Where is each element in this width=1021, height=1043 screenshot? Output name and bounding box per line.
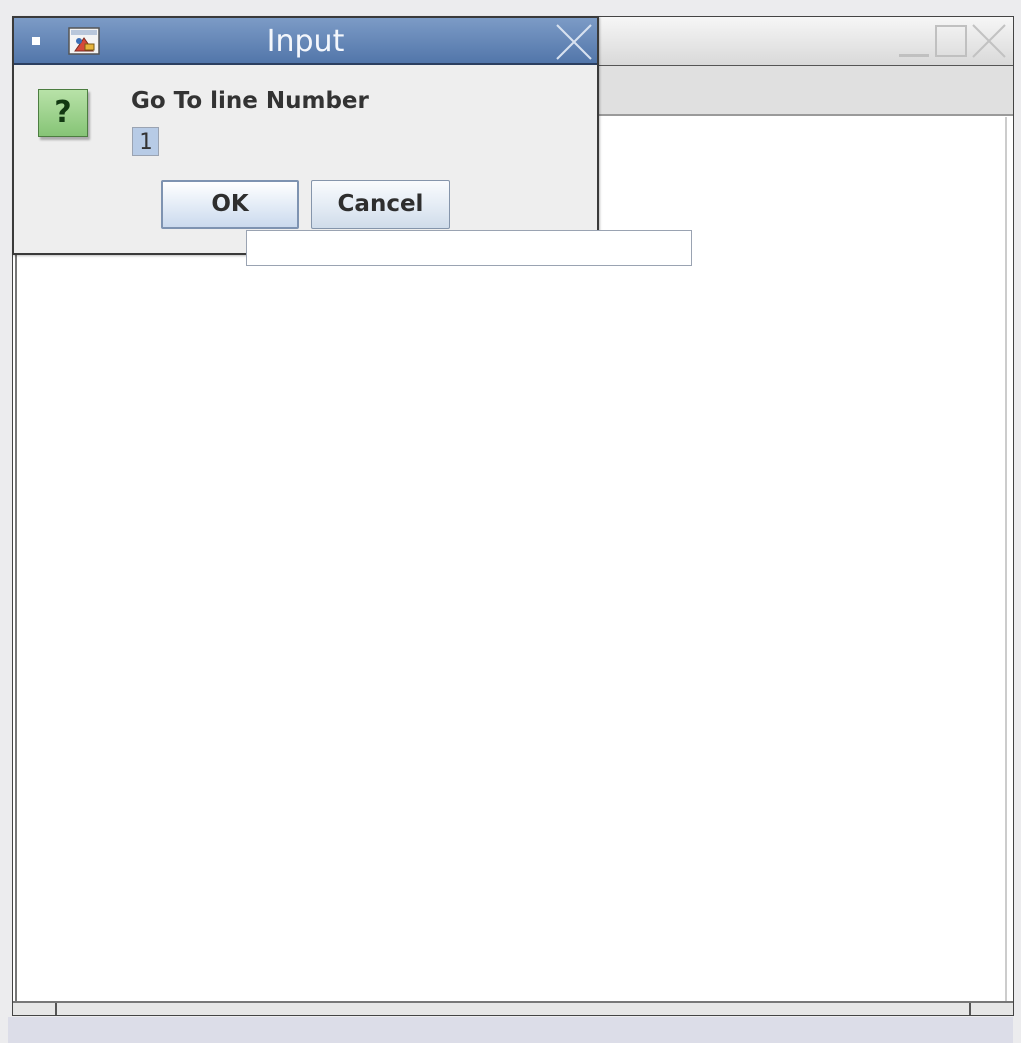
question-icon: ? [38,89,88,137]
main-close-icon[interactable] [971,23,1007,59]
maximize-icon[interactable] [935,25,967,57]
scrollbar-right-edge [969,1003,971,1015]
dialog-title: Input [266,24,345,59]
input-dialog: Input ? Go To line Number 1 OK Cancel [12,16,692,266]
line-number-selected-text: 1 [132,127,160,156]
line-number-input[interactable]: 1 [130,124,692,266]
horizontal-scrollbar[interactable] [13,1001,1013,1015]
cancel-button[interactable]: Cancel [311,180,450,229]
line-number-field[interactable] [246,230,692,266]
dialog-titlebar[interactable]: Input [14,18,597,65]
main-window-controls [897,23,1007,59]
desktop-bottom-strip [8,1017,1013,1043]
minimize-icon[interactable] [897,23,931,59]
close-icon[interactable] [555,23,593,61]
ok-button[interactable]: OK [161,180,299,229]
prompt-label: Go To line Number [131,88,369,114]
scrollbar-left-edge [55,1003,57,1015]
